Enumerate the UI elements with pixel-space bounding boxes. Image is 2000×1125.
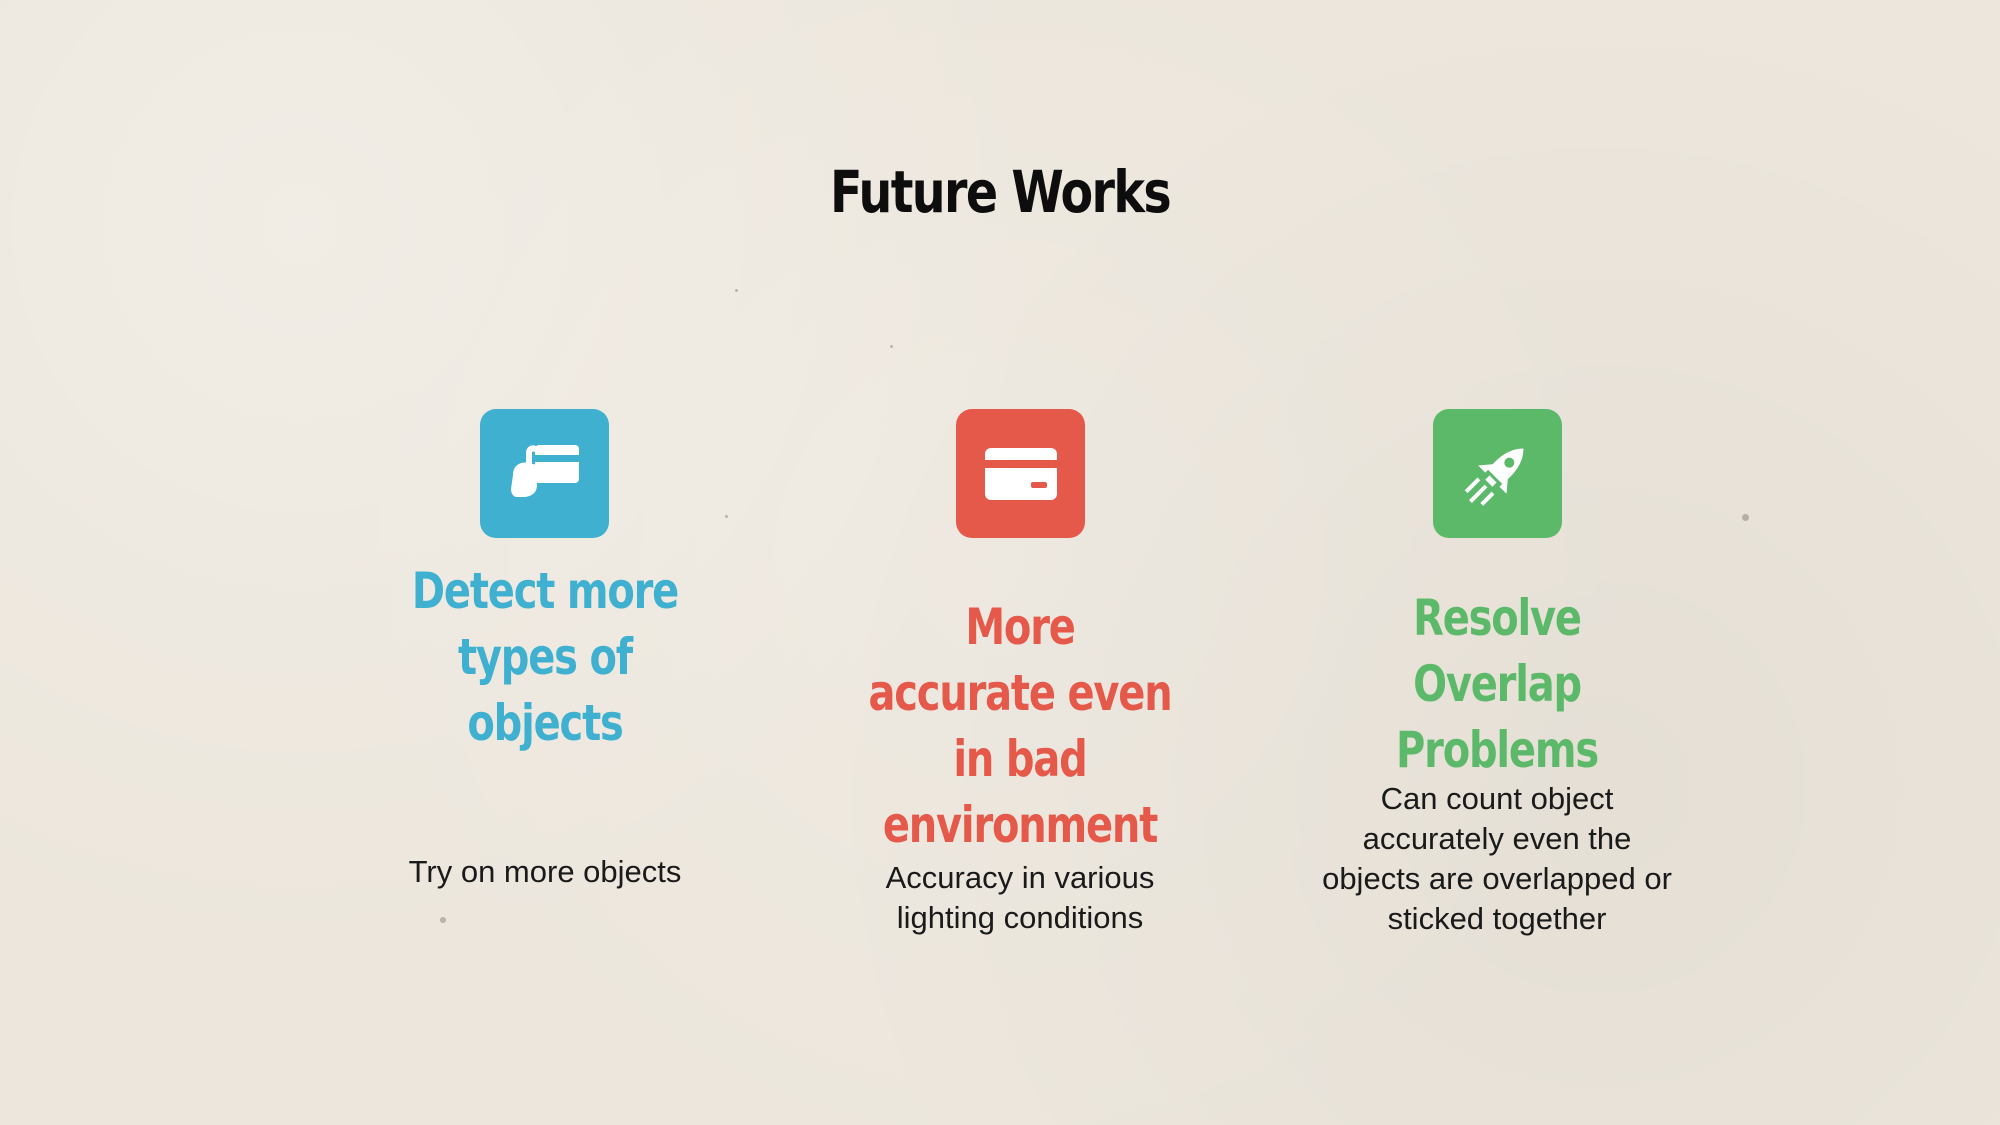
paper-speck [735,289,738,292]
feature-description: Can count object accurately even the obj… [1322,781,1672,936]
feature-description: Try on more objects [408,854,682,889]
paper-speck [1742,514,1749,521]
feature-heading: Detect more types of objects [411,562,679,752]
feature-heading: Resolve Overlap Problems [1396,589,1599,779]
paper-speck [725,515,728,518]
credit-card-icon [956,409,1085,538]
feature-description: Accuracy in various lighting conditions [885,860,1155,935]
feature-heading: More accurate even in bad environment [868,598,1173,854]
hand-holding-card-icon [480,409,609,538]
rocket-icon [1433,409,1562,538]
paper-speck [440,917,446,923]
paper-speck [890,345,893,348]
slide-title: Future Works [830,158,1172,226]
